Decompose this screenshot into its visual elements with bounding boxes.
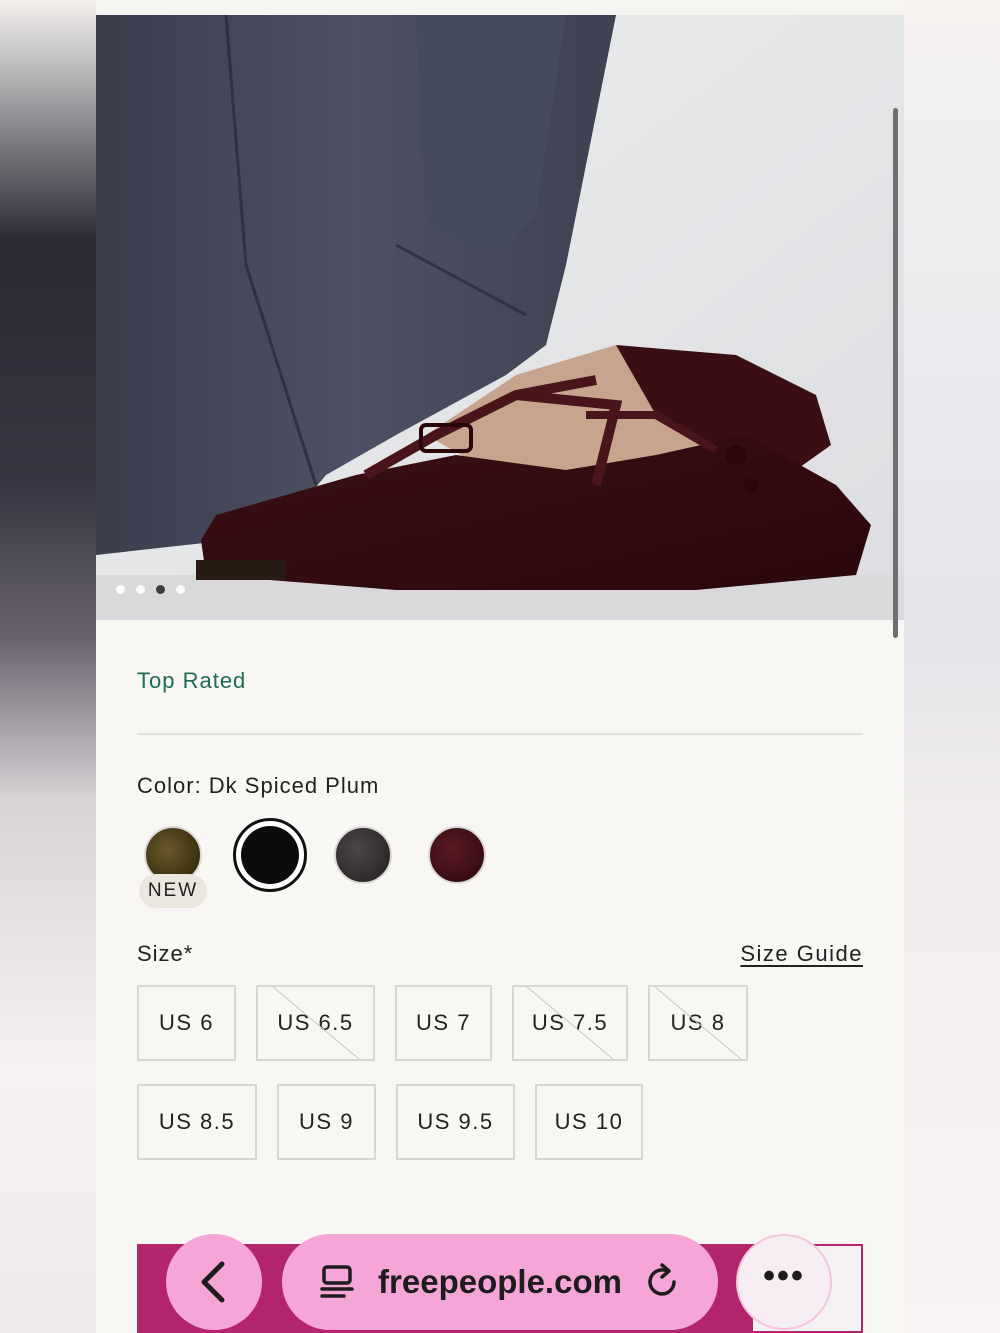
color-label: Color: Dk Spiced Plum: [137, 773, 380, 798]
size-option-unavailable[interactable]: US 6.5: [256, 985, 375, 1061]
background-left: [0, 0, 96, 1333]
gallery-dot[interactable]: [116, 585, 125, 594]
size-guide-link[interactable]: Size Guide: [740, 941, 863, 967]
size-option-unavailable[interactable]: US 7.5: [512, 985, 628, 1061]
color-swatch-charcoal[interactable]: [334, 826, 392, 884]
size-option[interactable]: US 9.5: [396, 1084, 515, 1160]
top-strip: [96, 0, 904, 15]
page-menu-icon[interactable]: [318, 1262, 358, 1302]
divider: [137, 733, 863, 735]
more-icon: •••: [763, 1257, 805, 1295]
background-right: [904, 0, 1000, 1333]
gallery-dot-active[interactable]: [156, 585, 165, 594]
scrollbar[interactable]: [893, 108, 898, 638]
color-swatch-black-selected[interactable]: [233, 818, 307, 892]
size-option[interactable]: US 7: [395, 985, 492, 1061]
product-page: Top Rated Color: Dk Spiced Plum NEW Size…: [96, 0, 904, 1333]
size-option-unavailable[interactable]: US 8: [648, 985, 748, 1061]
swatch-fill: [241, 826, 299, 884]
size-option[interactable]: US 6: [137, 985, 236, 1061]
more-button[interactable]: •••: [736, 1234, 832, 1330]
top-rated-badge: Top Rated: [137, 668, 247, 693]
back-button[interactable]: [166, 1234, 262, 1330]
new-tag: NEW: [139, 874, 207, 908]
size-option[interactable]: US 9: [277, 1084, 376, 1160]
gallery-dot[interactable]: [176, 585, 185, 594]
size-option[interactable]: US 8.5: [137, 1084, 257, 1160]
size-label: Size*: [137, 941, 194, 966]
url-text: freepeople.com: [378, 1263, 622, 1300]
url-bar[interactable]: freepeople.com: [282, 1234, 718, 1330]
color-swatch-plum[interactable]: [428, 826, 486, 884]
size-option[interactable]: US 10: [535, 1084, 643, 1160]
product-image[interactable]: [96, 15, 904, 620]
reload-icon[interactable]: [642, 1262, 682, 1302]
gallery-dots: [116, 585, 185, 594]
gallery-dot[interactable]: [136, 585, 145, 594]
chevron-left-icon: [201, 1261, 225, 1303]
